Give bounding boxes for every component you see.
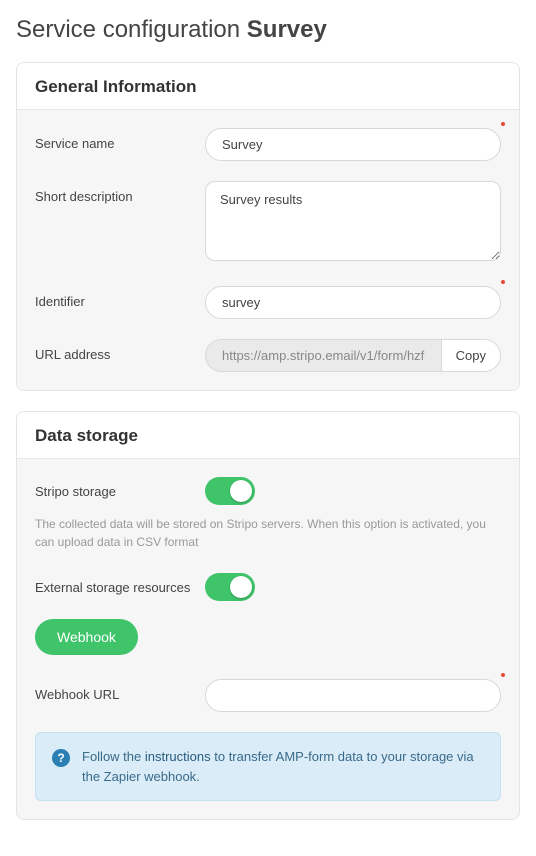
- required-indicator-icon: [501, 122, 505, 126]
- copy-button[interactable]: Copy: [441, 339, 501, 372]
- general-info-heading: General Information: [17, 63, 519, 110]
- data-storage-heading: Data storage: [17, 412, 519, 459]
- webhook-url-input[interactable]: [205, 679, 501, 712]
- stripo-storage-row: Stripo storage: [35, 477, 501, 505]
- external-storage-toggle[interactable]: [205, 573, 255, 601]
- info-banner: ? Follow the instructions to transfer AM…: [35, 732, 501, 801]
- external-storage-label: External storage resources: [35, 580, 205, 595]
- service-name-label: Service name: [35, 128, 205, 151]
- stripo-storage-help: The collected data will be stored on Str…: [35, 515, 501, 551]
- page-title: Service configuration Survey: [16, 16, 520, 44]
- instructions-link[interactable]: instructions: [145, 749, 211, 764]
- info-icon: ?: [52, 749, 70, 767]
- identifier-row: Identifier: [35, 286, 501, 319]
- info-prefix: Follow the: [82, 749, 145, 764]
- toggle-knob-icon: [230, 576, 252, 598]
- short-description-input[interactable]: Survey results: [205, 181, 501, 261]
- data-storage-body: Stripo storage The collected data will b…: [17, 459, 519, 819]
- short-description-label: Short description: [35, 181, 205, 204]
- url-input-group: Copy: [205, 339, 501, 372]
- general-info-card: General Information Service name Short d…: [16, 62, 520, 391]
- info-text: Follow the instructions to transfer AMP-…: [82, 747, 484, 786]
- url-address-label: URL address: [35, 339, 205, 362]
- general-info-body: Service name Short description Survey re…: [17, 110, 519, 390]
- stripo-storage-toggle[interactable]: [205, 477, 255, 505]
- short-description-row: Short description Survey results: [35, 181, 501, 266]
- identifier-input[interactable]: [205, 286, 501, 319]
- identifier-label: Identifier: [35, 286, 205, 309]
- stripo-storage-label: Stripo storage: [35, 484, 205, 499]
- toggle-knob-icon: [230, 480, 252, 502]
- webhook-url-label: Webhook URL: [35, 679, 205, 702]
- data-storage-card: Data storage Stripo storage The collecte…: [16, 411, 520, 820]
- title-subject: Survey: [247, 16, 327, 43]
- webhook-url-row: Webhook URL: [35, 679, 501, 712]
- url-address-row: URL address Copy: [35, 339, 501, 372]
- required-indicator-icon: [501, 280, 505, 284]
- title-prefix: Service configuration: [16, 16, 247, 43]
- webhook-button[interactable]: Webhook: [35, 619, 138, 655]
- external-storage-row: External storage resources: [35, 573, 501, 601]
- url-address-input[interactable]: [205, 339, 441, 372]
- required-indicator-icon: [501, 673, 505, 677]
- service-name-row: Service name: [35, 128, 501, 161]
- service-name-input[interactable]: [205, 128, 501, 161]
